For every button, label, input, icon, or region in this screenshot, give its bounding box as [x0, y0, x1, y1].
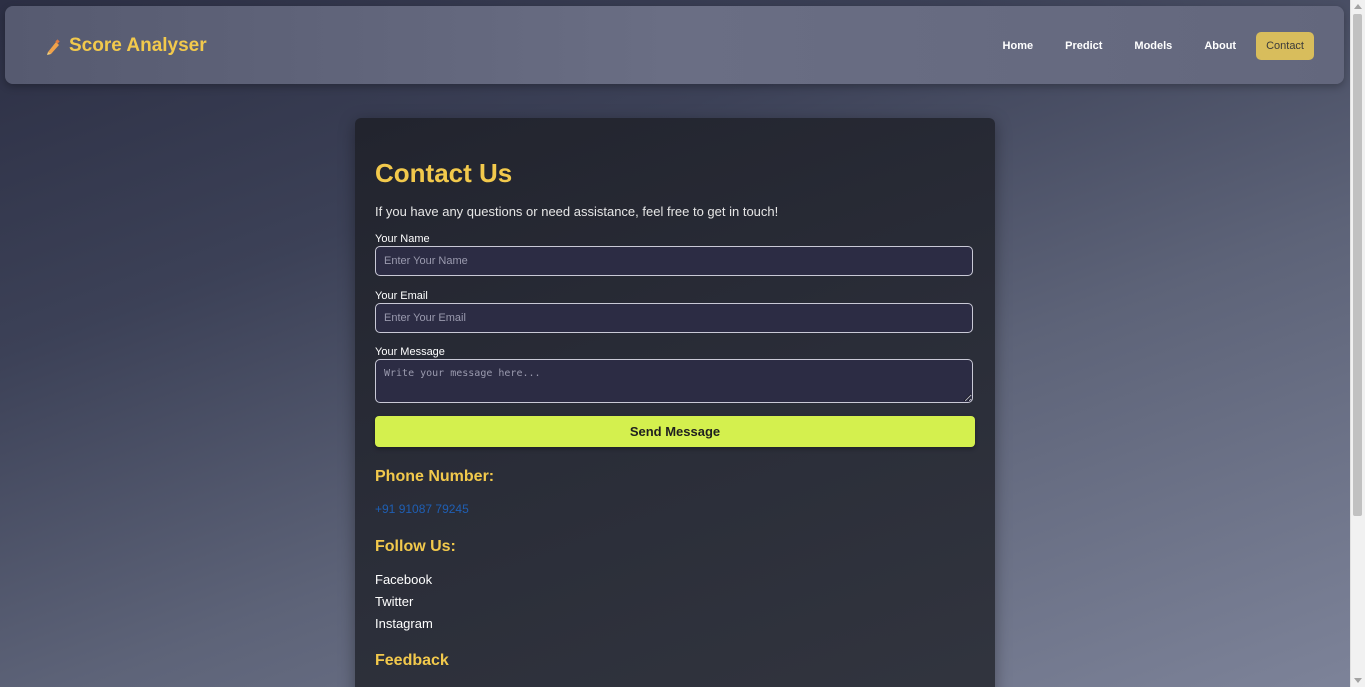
intro-text: If you have any questions or need assist…: [375, 204, 779, 219]
contact-card: Contact Us If you have any questions or …: [355, 118, 995, 687]
social-link-twitter[interactable]: Twitter: [375, 594, 413, 609]
email-input[interactable]: [375, 303, 973, 333]
send-message-button[interactable]: Send Message: [375, 416, 975, 447]
phone-link[interactable]: +91 91087 79245: [375, 502, 469, 516]
nav-models[interactable]: Models: [1122, 32, 1184, 60]
scroll-thumb[interactable]: [1353, 14, 1362, 516]
page-title: Contact Us: [375, 158, 513, 188]
name-label: Your Name: [375, 233, 430, 245]
scroll-down-icon[interactable]: [1354, 678, 1362, 683]
scroll-up-icon[interactable]: [1354, 4, 1362, 9]
message-label: Your Message: [375, 346, 445, 358]
nav-about[interactable]: About: [1192, 32, 1248, 60]
social-link-instagram[interactable]: Instagram: [375, 616, 433, 631]
nav-contact[interactable]: Contact: [1256, 32, 1314, 60]
name-input[interactable]: [375, 246, 973, 276]
follow-heading: Follow Us:: [375, 538, 456, 555]
brand-title: Score Analyser: [69, 35, 207, 56]
nav-predict[interactable]: Predict: [1053, 32, 1114, 60]
scrollbar[interactable]: [1350, 0, 1365, 687]
brand[interactable]: Score Analyser: [45, 34, 207, 58]
phone-heading: Phone Number:: [375, 468, 495, 485]
pencil-icon: [45, 37, 61, 55]
message-textarea[interactable]: [375, 359, 973, 403]
nav-home[interactable]: Home: [991, 32, 1046, 60]
email-label: Your Email: [375, 290, 428, 302]
social-link-facebook[interactable]: Facebook: [375, 572, 432, 587]
feedback-heading: Feedback: [375, 652, 449, 669]
nav-links: Home Predict Models About Contact: [991, 32, 1314, 60]
navbar: Score Analyser Home Predict Models About…: [5, 6, 1344, 84]
